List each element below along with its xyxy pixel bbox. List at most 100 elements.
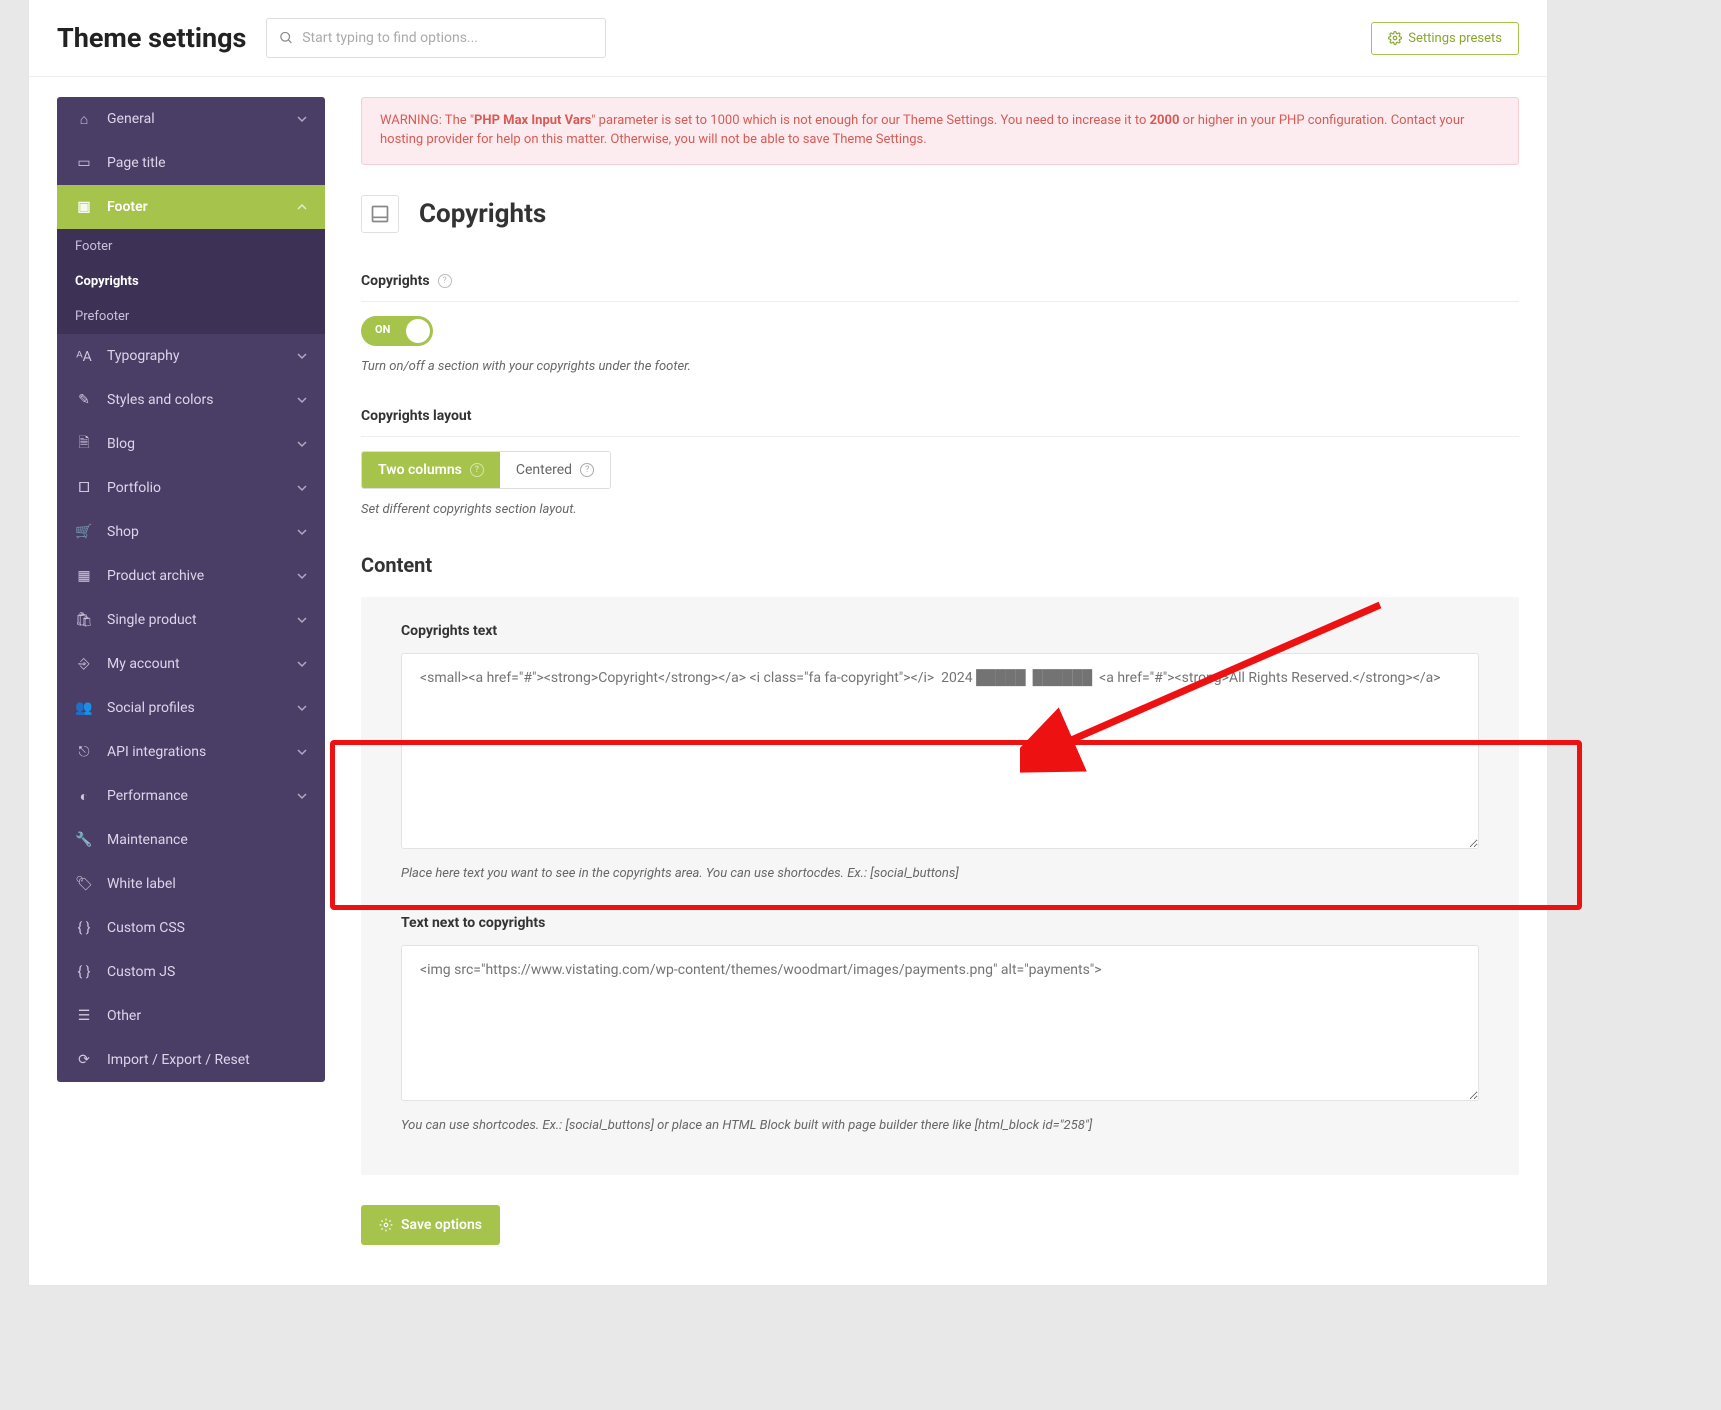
toggle-knob [406,319,430,343]
copyrights-text-label: Copyrights text [401,623,1479,639]
sidebar-item-general[interactable]: ⌂General [57,97,325,141]
sidebar-item-label: Product archive [107,568,204,584]
sidebar-sub-prefooter[interactable]: Prefooter [57,299,325,334]
sidebar-item-white-label[interactable]: 🏷 White label [57,862,325,906]
toggle-label: ON [375,323,390,336]
sidebar-item-label: Styles and colors [107,392,213,408]
section-icon [361,195,399,233]
sidebar-item-label: Performance [107,788,188,804]
sidebar-item-footer[interactable]: ▣ Footer [57,185,325,229]
chevron-down-icon [297,395,307,405]
chevron-down-icon [297,791,307,801]
chevron-down-icon [297,615,307,625]
sidebar-item-import-export[interactable]: ⟳Import / Export / Reset [57,1038,325,1082]
content-heading: Content [361,553,1519,577]
sidebar-item-styles-colors[interactable]: ✎ Styles and colors [57,378,325,422]
sidebar-item-portfolio[interactable]: 🞐 Portfolio [57,466,325,510]
page-icon: ▭ [75,154,93,172]
layout-option-centered[interactable]: Centered? [500,452,610,488]
field-label: Copyrights [361,273,430,289]
sidebar-item-label: Import / Export / Reset [107,1052,250,1068]
text-next-to-copyrights-textarea[interactable] [401,945,1479,1101]
topbar: Theme settings Settings presets [29,0,1547,77]
copyrights-toggle[interactable]: ON [361,316,433,346]
sidebar-item-label: Other [107,1008,141,1024]
sidebar-item-label: Maintenance [107,832,188,848]
wrench-icon: 🔧 [75,831,93,849]
settings-presets-button[interactable]: Settings presets [1371,22,1519,55]
sidebar-sub-copyrights[interactable]: Copyrights [57,264,325,299]
sidebar-item-label: Portfolio [107,480,161,496]
chevron-down-icon [297,747,307,757]
sidebar: ⌂General ▭ Page title ▣ Footer Footer Copy… [57,97,325,1082]
search-input[interactable] [302,30,593,46]
sidebar-item-label: Blog [107,436,135,452]
chevron-down-icon [297,527,307,537]
sidebar-item-label: Typography [107,348,179,364]
sidebar-item-label: Shop [107,524,139,540]
chevron-down-icon [297,659,307,669]
users-icon: 👥 [75,699,93,717]
search-icon [279,30,294,46]
archive-icon: ▦ [75,567,93,585]
copyrights-text-textarea[interactable] [401,653,1479,849]
help-icon: ? [470,463,484,477]
field-help: Turn on/off a section with your copyrigh… [361,358,1519,376]
field-help: Set different copyrights section layout. [361,501,1519,519]
sidebar-item-performance[interactable]: ◐ Performance [57,774,325,818]
sidebar-item-product-archive[interactable]: ▦ Product archive [57,554,325,598]
sidebar-item-api-integrations[interactable]: ⎋API integrations [57,730,325,774]
sidebar-item-maintenance[interactable]: 🔧 Maintenance [57,818,325,862]
home-icon: ⌂ [75,110,93,128]
sidebar-item-blog[interactable]: 🗎Blog [57,422,325,466]
layout-icon: ▣ [75,198,93,216]
help-icon[interactable]: ? [438,274,452,288]
save-options-button[interactable]: Save options [361,1205,500,1245]
type-icon: ᴬA [75,347,93,365]
layout-icon [370,204,390,224]
list-icon: ☰ [75,1007,93,1025]
settings-card: Theme settings Settings presets ⌂General… [28,0,1548,1286]
field-help: You can use shortcodes. Ex.: [social_but… [401,1117,1479,1135]
sidebar-item-page-title[interactable]: ▭ Page title [57,141,325,185]
sidebar-submenu-footer: Footer Copyrights Prefooter [57,229,325,334]
sidebar-item-single-product[interactable]: 🛍Single product [57,598,325,642]
sidebar-item-label: White label [107,876,176,892]
chevron-up-icon [297,202,307,212]
code-icon: { } [75,919,93,937]
content-box: Copyrights text Place here text you want… [361,597,1519,1175]
sidebar-item-label: My account [107,656,180,672]
cart-icon: 🛒 [75,523,93,541]
tag-icon: 🏷 [75,875,93,893]
layout-segmented: Two columns? Centered? [361,451,611,489]
gear-icon [1388,31,1402,45]
main-panel: WARNING: The "PHP Max Input Vars" parame… [361,97,1519,1245]
field-label: Copyrights layout [361,408,472,424]
chevron-down-icon [297,571,307,581]
sidebar-item-custom-js[interactable]: { }Custom JS [57,950,325,994]
sidebar-item-label: Footer [107,199,148,215]
sidebar-item-custom-css[interactable]: { }Custom CSS [57,906,325,950]
sidebar-item-shop[interactable]: 🛒 Shop [57,510,325,554]
help-icon: ? [580,463,594,477]
chevron-down-icon [297,703,307,713]
section-title: Copyrights [419,199,546,229]
gauge-icon: ◐ [75,787,93,805]
briefcase-icon: 🞐 [75,479,93,497]
layout-option-two-columns[interactable]: Two columns? [362,452,500,488]
sidebar-item-label: Social profiles [107,700,195,716]
field-help: Place here text you want to see in the c… [401,865,1479,883]
sidebar-item-typography[interactable]: ᴬA Typography [57,334,325,378]
sidebar-item-social-profiles[interactable]: 👥 Social profiles [57,686,325,730]
sidebar-item-my-account[interactable]: ⎆My account [57,642,325,686]
sidebar-item-label: Page title [107,155,166,171]
gear-icon [379,1218,393,1232]
chevron-down-icon [297,483,307,493]
save-label: Save options [401,1217,482,1233]
brush-icon: ✎ [75,391,93,409]
search-wrapper[interactable] [266,18,606,58]
sidebar-sub-footer[interactable]: Footer [57,229,325,264]
sidebar-item-other[interactable]: ☰ Other [57,994,325,1038]
chevron-down-icon [297,114,307,124]
field-copyrights-toggle: Copyrights ? ON Turn on/off a section wi… [361,257,1519,392]
